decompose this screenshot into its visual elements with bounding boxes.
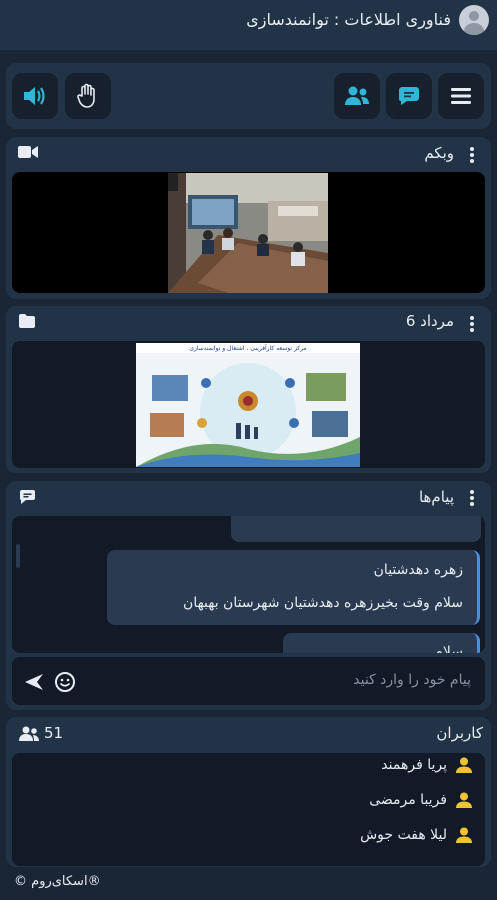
user-name: پریا فرهمند — [381, 757, 447, 773]
users-icon — [345, 86, 369, 105]
chat-message-prev — [231, 516, 481, 542]
slide-illustration — [136, 353, 360, 467]
user-name: فریبا مرمضی — [369, 792, 447, 808]
message-input[interactable]: پیام خود را وارد کنید — [353, 672, 471, 688]
webcam-video-frame — [168, 173, 328, 293]
menu-icon — [451, 88, 471, 104]
chat-icon — [19, 490, 35, 504]
user-icon — [456, 827, 472, 843]
users-count: 51 — [44, 724, 64, 742]
users-title: کاربران — [436, 724, 483, 742]
copyright-mark: © — [14, 874, 27, 889]
room-title: فناوری اطلاعات : توانمندسازی — [246, 10, 451, 29]
user-icon — [456, 757, 472, 773]
users-list: پریا فرهمند فریبا مرمضی لیلا هفت جوش — [12, 753, 485, 866]
raise-hand-button[interactable] — [65, 73, 111, 119]
brand-name: اسکای‌روم — [31, 874, 88, 889]
chat-toggle-button[interactable] — [386, 73, 432, 119]
chat-title: پیام‌ها — [418, 488, 454, 506]
message-text: سلام وقت بخیرزهره دهدشتیان شهرستان بهبها… — [183, 595, 463, 611]
list-item[interactable]: فریبا مرمضی — [369, 792, 473, 808]
webcam-title: وبکم — [424, 144, 454, 162]
document-title: مرداد 6 — [405, 312, 454, 330]
webcam-options-icon[interactable] — [470, 147, 474, 163]
menu-button[interactable] — [438, 73, 484, 119]
registered-mark: ® — [87, 874, 101, 889]
document-options-icon[interactable] — [470, 316, 474, 332]
users-toggle-button[interactable] — [334, 73, 380, 119]
speaker-button[interactable] — [12, 73, 58, 119]
speaker-icon — [24, 87, 45, 105]
list-item[interactable]: پریا فرهمند — [381, 757, 473, 773]
message-text: سلام ... — [416, 644, 463, 653]
slide-image: مرکز توسعه کارآفرینی ، اشتغال و توانمندس… — [136, 343, 360, 467]
chat-options-icon[interactable] — [470, 490, 474, 506]
chat-icon — [399, 87, 419, 105]
footer-brand: © اسکای‌روم® — [14, 874, 101, 889]
folder-icon — [19, 314, 35, 328]
message-sender: زهره دهدشتیان — [373, 562, 463, 578]
emoji-icon[interactable] — [54, 671, 76, 693]
user-name: لیلا هفت جوش — [360, 827, 447, 843]
user-icon — [456, 792, 472, 808]
chat-input-bar: پیام خود را وارد کنید — [12, 657, 485, 705]
chat-scroll-marker — [16, 544, 20, 568]
slide-caption: مرکز توسعه کارآفرینی ، اشتغال و توانمندس… — [189, 345, 307, 352]
video-camera-icon — [18, 146, 38, 158]
avatar[interactable] — [459, 5, 489, 35]
send-icon[interactable] — [24, 673, 44, 691]
hand-icon — [77, 83, 95, 108]
document-view: مرکز توسعه کارآفرینی ، اشتغال و توانمندس… — [12, 341, 485, 468]
list-item[interactable]: لیلا هفت جوش — [360, 827, 473, 843]
chat-message: زهره دهدشتیان سلام وقت بخیرزهره دهدشتیان… — [107, 550, 480, 625]
webcam-view — [12, 172, 485, 293]
users-icon — [19, 726, 39, 741]
chat-messages: زهره دهدشتیان سلام وقت بخیرزهره دهدشتیان… — [12, 516, 485, 653]
chat-message-next: سلام ... — [283, 633, 480, 653]
